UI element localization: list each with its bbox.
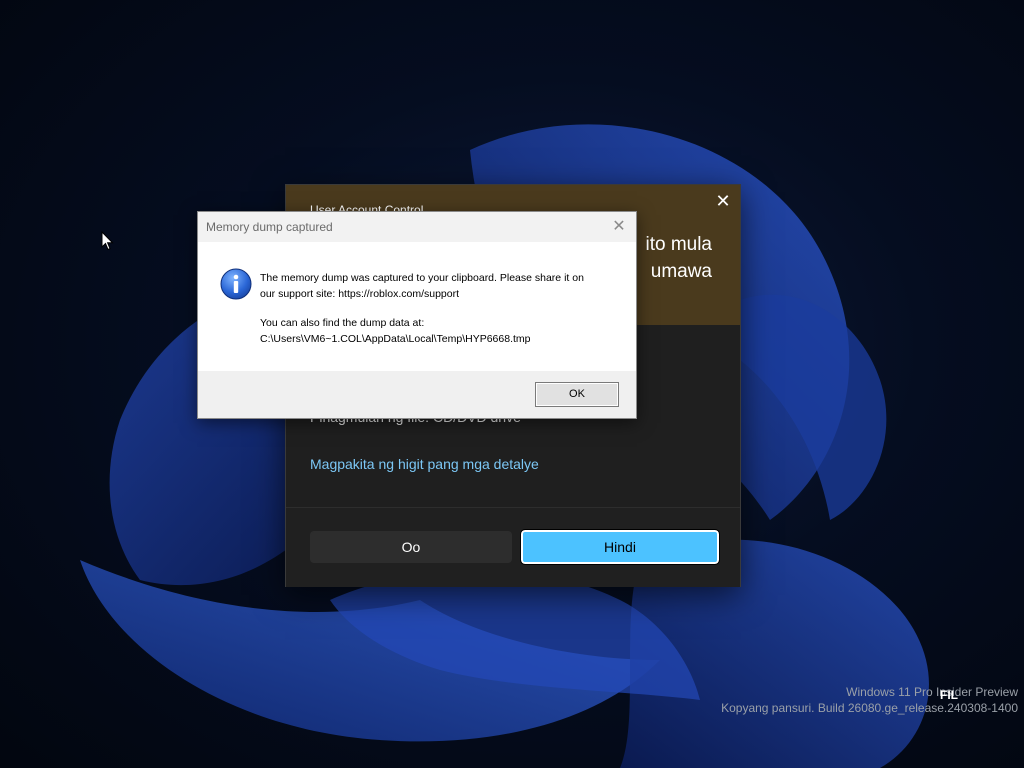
ok-button[interactable]: OK (535, 382, 619, 407)
dialog-footer: OK (198, 371, 636, 418)
language-indicator[interactable]: FIL (940, 688, 958, 702)
close-icon[interactable]: ✕ (611, 218, 627, 234)
uac-footer: Oo Hindi (286, 507, 740, 587)
watermark-line-2: Kopyang pansuri. Build 26080.ge_release.… (721, 701, 1018, 715)
message-line-3: You can also find the dump data at: (260, 317, 425, 329)
no-button[interactable]: Hindi (520, 529, 720, 565)
windows-watermark: Windows 11 Pro Insider Preview Kopyang p… (721, 684, 1018, 716)
memory-dump-dialog: Memory dump captured ✕ The memory dump w… (197, 211, 637, 419)
close-icon[interactable]: ✕ (714, 193, 732, 211)
show-more-details-link[interactable]: Magpakita ng higit pang mga detalye (310, 456, 539, 472)
info-icon (220, 268, 252, 300)
mouse-pointer-icon (101, 231, 114, 251)
desktop: User Account Control ✕ ito mula umawa Pi… (0, 0, 1024, 768)
message-line-2: our support site: https://roblox.com/sup… (260, 288, 460, 300)
yes-button[interactable]: Oo (310, 531, 512, 563)
watermark-line-1: Windows 11 Pro Insider Preview (846, 685, 1018, 699)
dialog-titlebar: Memory dump captured ✕ (198, 212, 636, 242)
message-line-1: The memory dump was captured to your cli… (260, 272, 584, 284)
dialog-message: The memory dump was captured to your cli… (260, 270, 620, 347)
message-line-4: C:\Users\VM6~1.COL\AppData\Local\Temp\HY… (260, 333, 531, 345)
dialog-title: Memory dump captured (206, 220, 333, 234)
